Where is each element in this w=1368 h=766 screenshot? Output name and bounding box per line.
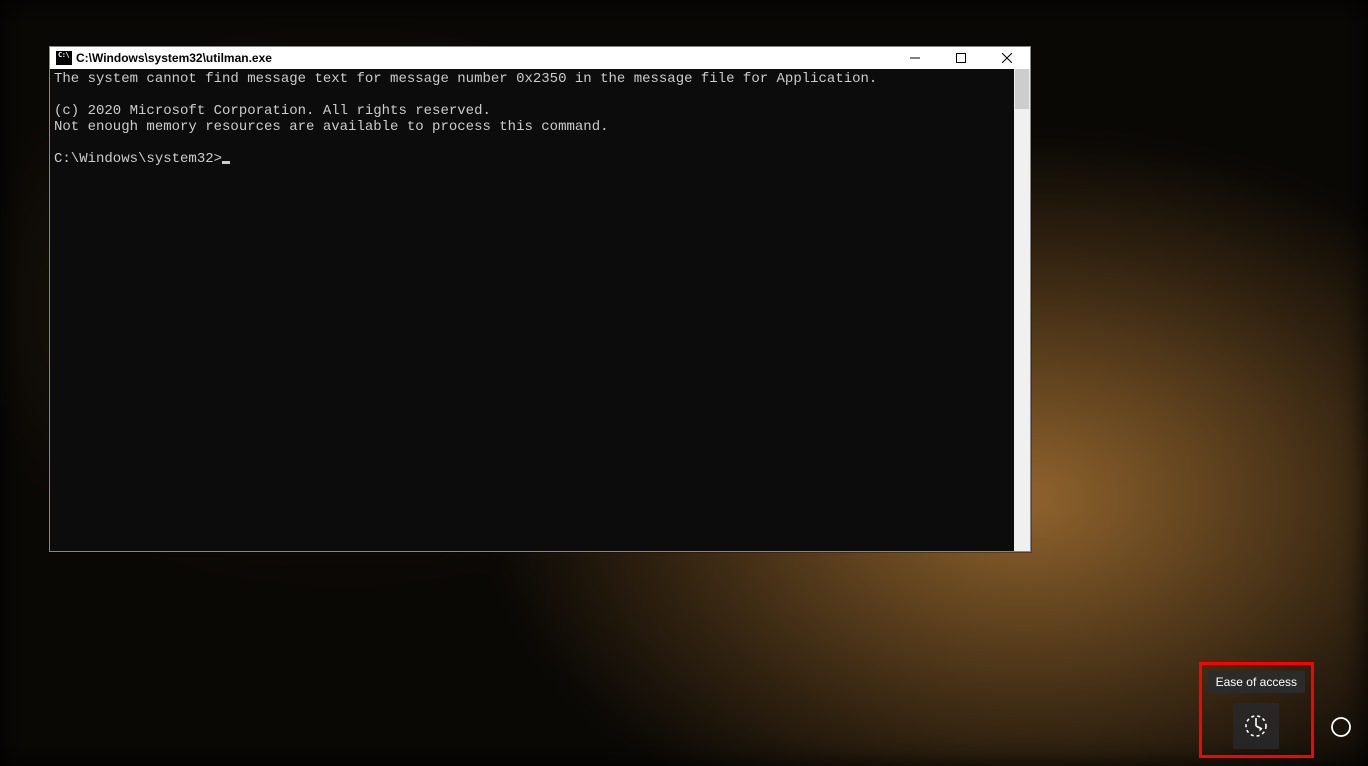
console-output[interactable]: The system cannot find message text for … — [50, 69, 1014, 551]
console-line: Not enough memory resources are availabl… — [54, 119, 609, 135]
console-line: (c) 2020 Microsoft Corporation. All righ… — [54, 103, 491, 119]
window-controls — [892, 47, 1030, 69]
console-line: The system cannot find message text for … — [54, 71, 877, 87]
scrollbar-thumb[interactable] — [1015, 69, 1029, 109]
cmd-icon — [54, 47, 74, 69]
ease-of-access-button[interactable] — [1233, 703, 1279, 749]
console-prompt: C:\Windows\system32> — [54, 151, 222, 167]
cmd-window: C:\Windows\system32\utilman.exe The syst… — [49, 46, 1031, 552]
ease-of-access-icon — [1242, 712, 1270, 740]
power-button[interactable] — [1328, 704, 1354, 750]
scrollbar[interactable] — [1014, 69, 1030, 551]
power-icon — [1330, 716, 1352, 738]
minimize-button[interactable] — [892, 47, 938, 69]
close-button[interactable] — [984, 47, 1030, 69]
ease-of-access-tooltip: Ease of access — [1208, 671, 1305, 693]
maximize-button[interactable] — [938, 47, 984, 69]
console-client-area: The system cannot find message text for … — [50, 69, 1030, 551]
lock-screen-corner-controls: Ease of access — [1199, 662, 1354, 758]
window-title: C:\Windows\system32\utilman.exe — [76, 51, 272, 65]
cursor-icon — [222, 161, 230, 164]
window-titlebar[interactable]: C:\Windows\system32\utilman.exe — [50, 47, 1030, 69]
annotation-highlight: Ease of access — [1199, 662, 1314, 758]
